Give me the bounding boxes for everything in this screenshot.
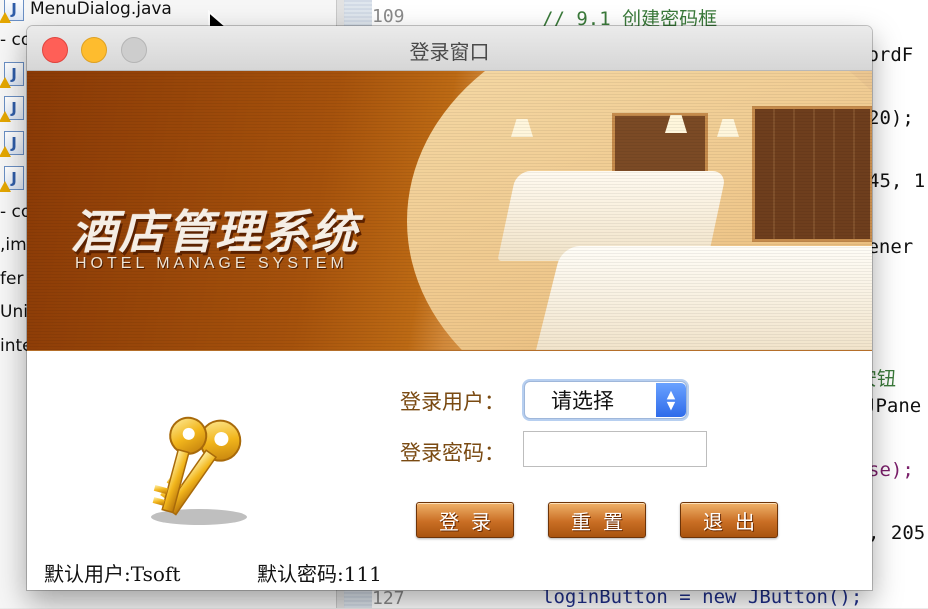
- java-file-icon: J: [0, 62, 24, 88]
- warning-icon: [0, 181, 11, 192]
- password-field[interactable]: [523, 431, 707, 467]
- login-form: 登录用户： 请选择 ▲ ▼ 登录密码： 登录 重置 退出 默认用户:Tsoft 默…: [27, 350, 872, 590]
- code-line: 20);: [868, 107, 914, 129]
- login-dialog: 登录窗口 酒店管理系统 HOTEL MANAGE SYSTEM 登录用户： 请选…: [27, 26, 872, 590]
- default-password-hint: 默认密码:111: [257, 562, 382, 586]
- title-bar[interactable]: 登录窗口: [27, 26, 872, 71]
- code-line: JPane: [864, 395, 922, 417]
- warning-icon: [0, 146, 11, 157]
- tree-item-menudialog[interactable]: J MenuDialog.java: [0, 0, 172, 23]
- select-arrows-icon[interactable]: ▲ ▼: [656, 383, 686, 417]
- code-line: , 205: [868, 522, 926, 544]
- default-user-hint: 默认用户:Tsoft: [44, 562, 181, 586]
- tree-item-label: MenuDialog.java: [30, 0, 172, 19]
- warning-icon: [0, 12, 11, 23]
- code-line: 45, 1: [868, 170, 926, 192]
- reset-button[interactable]: 重置: [548, 502, 646, 538]
- java-file-icon: J: [0, 166, 24, 192]
- java-file-icon: J: [0, 0, 24, 23]
- line-number: 109: [372, 6, 405, 27]
- tree-item-label: fer: [0, 269, 24, 289]
- banner-title: 酒店管理系统: [71, 205, 359, 259]
- login-button[interactable]: 登录: [416, 502, 514, 538]
- user-select-value: 请选择: [551, 389, 614, 413]
- banner-subtitle: HOTEL MANAGE SYSTEM: [75, 255, 348, 272]
- java-file-icon: J: [0, 96, 24, 122]
- user-select[interactable]: 请选择 ▲ ▼: [524, 381, 687, 419]
- password-label: 登录密码：: [400, 441, 505, 465]
- tree-item-label: ,im: [0, 235, 27, 255]
- keys-icon: [151, 416, 247, 525]
- exit-button[interactable]: 退出: [680, 502, 778, 538]
- hotel-banner-image: 酒店管理系统 HOTEL MANAGE SYSTEM: [27, 71, 872, 350]
- code-line: se);: [868, 459, 914, 481]
- user-label: 登录用户：: [400, 390, 505, 414]
- window-title: 登录窗口: [409, 40, 490, 64]
- tree-item[interactable]: ,im: [0, 232, 27, 258]
- warning-icon: [0, 111, 11, 122]
- tree-item[interactable]: fer: [0, 266, 23, 292]
- warning-icon: [0, 77, 11, 88]
- line-number: 127: [372, 588, 405, 609]
- java-file-icon: J: [0, 131, 24, 157]
